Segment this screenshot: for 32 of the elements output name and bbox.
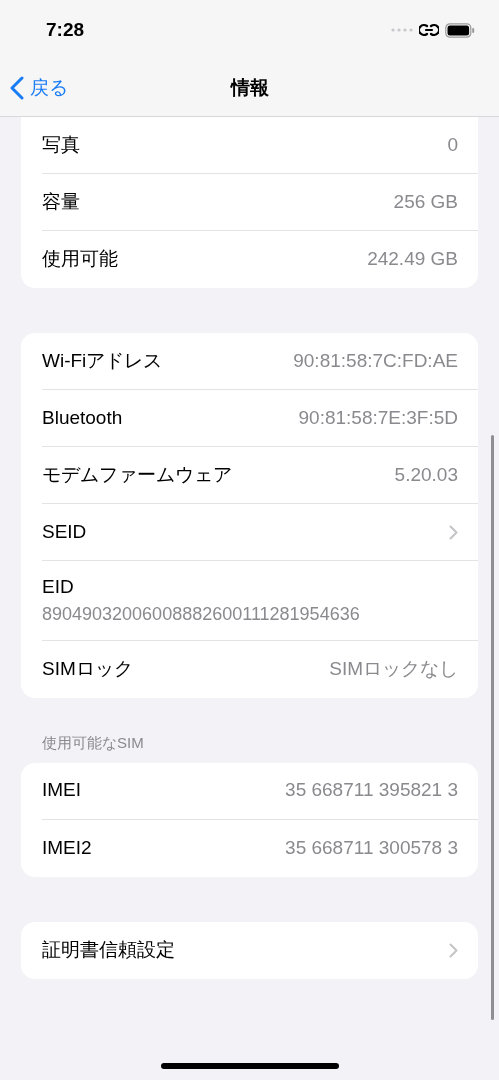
status-time: 7:28 bbox=[46, 17, 85, 42]
battery-icon bbox=[445, 22, 475, 38]
row-value: 90:81:58:7E:3F:5D bbox=[298, 405, 459, 430]
list-row[interactable]: SEID bbox=[42, 504, 478, 561]
row-value: 242.49 GB bbox=[367, 247, 459, 272]
row-label: Bluetooth bbox=[42, 405, 123, 430]
link-icon bbox=[419, 22, 439, 38]
row-value: 35 668711 300578 3 bbox=[285, 835, 459, 860]
row-label: IMEI bbox=[42, 778, 82, 803]
list-row[interactable]: 証明書信頼設定 bbox=[42, 921, 478, 979]
row-value: 90:81:58:7C:FD:AE bbox=[293, 348, 459, 373]
section-header: 使用可能なSIM bbox=[41, 733, 145, 753]
row-label: 容量 bbox=[42, 189, 80, 214]
nav-title: 情報 bbox=[230, 75, 269, 100]
row-label: 写真 bbox=[42, 132, 80, 157]
chevron-icon bbox=[449, 524, 458, 540]
row-value: SIMロックなし bbox=[329, 657, 459, 682]
row-value: 0 bbox=[447, 132, 459, 157]
row-label: IMEI2 bbox=[42, 835, 92, 860]
row-label: EID bbox=[42, 574, 75, 599]
row-value: 89049032006008882600111281954636 bbox=[42, 603, 361, 627]
row-label: モデムファームウェア bbox=[42, 462, 232, 487]
row-label: Wi-Fiアドレス bbox=[42, 348, 163, 373]
chevron-icon bbox=[449, 942, 458, 958]
row-label: SIMロック bbox=[42, 657, 133, 682]
row-label: 使用可能 bbox=[42, 247, 118, 272]
back-button[interactable]: 戻る bbox=[10, 60, 68, 116]
signal-icon bbox=[391, 27, 413, 33]
row-value: 35 668711 395821 3 bbox=[285, 778, 459, 803]
row-value: 256 GB bbox=[393, 189, 459, 214]
row-value: 5.20.03 bbox=[394, 462, 459, 487]
back-chevron-icon bbox=[10, 76, 24, 100]
